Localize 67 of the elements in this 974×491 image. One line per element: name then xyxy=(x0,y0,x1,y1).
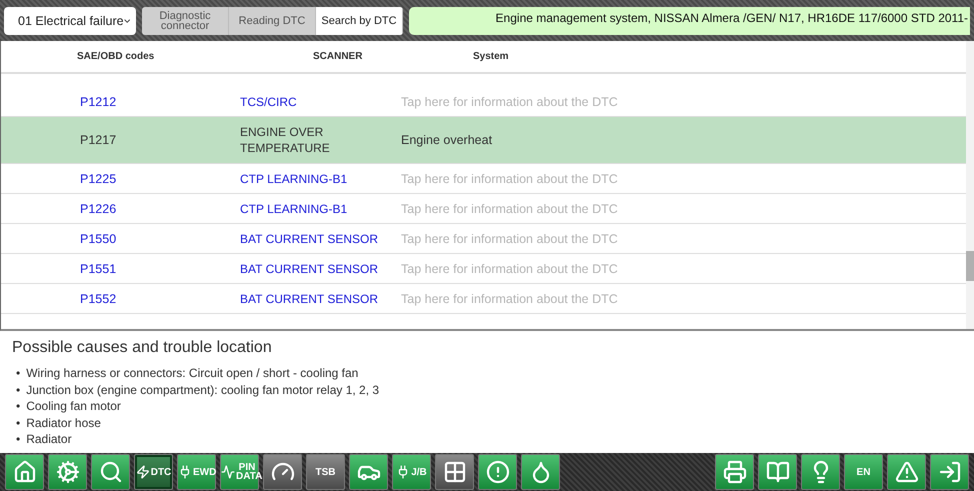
scanner-cell-text: TCS/CIRC xyxy=(240,94,298,110)
list-bullet: • xyxy=(16,382,20,398)
cause-item: Cooling fan motor xyxy=(26,398,121,414)
printer-icon xyxy=(722,460,746,484)
cause-item: Wiring harness or connectors: Circuit open / short - cooling fan xyxy=(26,365,358,382)
system-cell-text: Tap here for information about the DTC xyxy=(401,262,619,276)
system-cell-text: Tap here for information about the DTC xyxy=(401,202,619,216)
chevron-icon xyxy=(124,18,130,24)
scanner-cell-text: CTP LEARNING-B1 xyxy=(240,170,348,186)
code-cell-text: P1217 xyxy=(80,133,118,147)
scanner-cell-text: BAT CURRENT SENSOR xyxy=(240,230,380,246)
scanner-cell-text: ENGINE OVER TEMPERATURE xyxy=(240,124,331,156)
toolbar-button[interactable] xyxy=(801,454,840,490)
column-header: SAE/OBD codes xyxy=(77,51,156,62)
code-cell-text: P1226 xyxy=(80,202,118,216)
list-bullet: • xyxy=(16,414,20,431)
plug-icon xyxy=(178,465,192,479)
scanner-cell-text: CTP LEARNING-B1 xyxy=(240,200,348,216)
system-cell-text: Engine overheat xyxy=(401,133,494,147)
book-icon xyxy=(766,460,790,484)
group-dropdown[interactable]: 01 Electrical failure xyxy=(4,6,136,34)
pulse-icon xyxy=(221,465,235,479)
toolbar-button[interactable] xyxy=(91,454,130,490)
scrollbar[interactable] xyxy=(966,41,974,329)
cause-item: Radiator hose xyxy=(26,414,101,431)
alert-icon xyxy=(486,460,510,484)
exit-icon xyxy=(938,460,962,484)
cause-item: Radiator xyxy=(26,431,72,448)
grid-icon xyxy=(442,460,466,484)
search-icon xyxy=(98,460,122,484)
toolbar-button[interactable] xyxy=(5,454,44,490)
cause-item: Junction box (engine compartment): cooling fan motor relay 1, 2, 3 xyxy=(26,382,380,398)
toolbar-button[interactable] xyxy=(521,454,560,490)
tab[interactable]: Search by DTC xyxy=(316,6,403,34)
list-bullet: • xyxy=(16,365,20,382)
toolbar-button[interactable] xyxy=(48,454,87,490)
tab[interactable]: Reading DTC xyxy=(229,6,316,34)
toolbar-button[interactable] xyxy=(887,454,926,490)
system-cell-text: Tap here for information about the DTC xyxy=(401,94,619,108)
scanner-cell-text: BAT CURRENT SENSOR xyxy=(240,290,380,306)
code-cell-text: P1552 xyxy=(80,292,118,306)
toolbar-button[interactable] xyxy=(758,454,797,490)
toolbar-button[interactable]: DTC xyxy=(134,454,173,490)
toolbar-button[interactable] xyxy=(930,454,969,490)
warning-icon xyxy=(894,460,918,484)
toolbar-button[interactable] xyxy=(715,454,754,490)
dtc-row[interactable]: P1217 ENGINE OVER TEMPERATURE Engine overheat xyxy=(1,117,966,164)
causes-title: Possible causes and trouble location xyxy=(12,339,273,357)
system-cell-text: Tap here for information about the DTC xyxy=(401,232,619,246)
system-cell-text: Tap here for information about the DTC xyxy=(401,292,619,306)
scrollbar-thumb[interactable] xyxy=(966,251,974,281)
code-cell-text: P1551 xyxy=(80,262,118,276)
tab[interactable]: Diagnostic connector xyxy=(142,6,229,34)
lightning-icon xyxy=(136,465,150,479)
code-cell-text: P1212 xyxy=(80,94,118,108)
toolbar-button[interactable] xyxy=(349,454,388,490)
scanner-cell-text: BAT CURRENT SENSOR xyxy=(240,260,380,276)
column-header: System xyxy=(473,51,510,62)
toolbar-button[interactable] xyxy=(478,454,517,490)
code-cell-text: P1225 xyxy=(80,172,118,186)
home-icon xyxy=(12,460,36,484)
list-bullet: • xyxy=(16,398,20,414)
system-cell-text: Tap here for information about the DTC xyxy=(401,172,619,186)
list-bullet: • xyxy=(16,431,20,448)
vehicle-info-bar: Engine management system, NISSAN Almera /GEN/ N17, HR16DE 117/6000 STD 2011- xyxy=(409,6,970,34)
column-header: SCANNER xyxy=(313,51,364,62)
code-cell-text: P1550 xyxy=(80,232,118,246)
